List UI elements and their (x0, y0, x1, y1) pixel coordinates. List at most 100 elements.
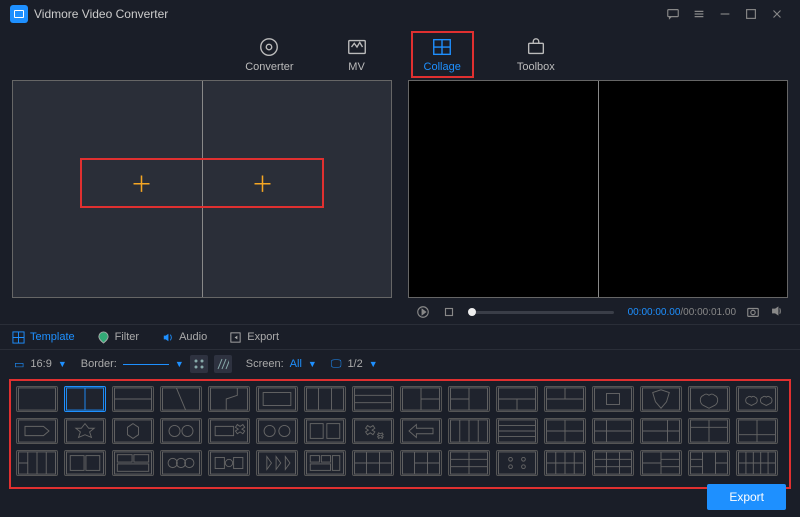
template-item[interactable] (112, 418, 154, 444)
border-color-button[interactable] (190, 355, 208, 373)
chevron-down-icon: ▼ (58, 359, 67, 369)
template-grid (10, 380, 790, 488)
chevron-down-icon: ▼ (369, 359, 378, 369)
border-pattern-button[interactable] (214, 355, 232, 373)
template-item[interactable] (400, 450, 442, 476)
collage-icon (431, 36, 453, 58)
template-item[interactable] (496, 450, 538, 476)
chevron-down-icon: ▼ (308, 359, 317, 369)
minimize-button[interactable] (712, 1, 738, 27)
template-item[interactable] (352, 450, 394, 476)
filter-icon (97, 331, 110, 344)
audio-icon (161, 331, 174, 344)
nav-converter[interactable]: Converter (237, 34, 301, 75)
feedback-icon[interactable] (660, 1, 686, 27)
collage-canvas[interactable]: ＋ ＋ (12, 80, 392, 298)
template-item[interactable] (736, 418, 778, 444)
template-item[interactable] (64, 418, 106, 444)
template-item[interactable] (400, 418, 442, 444)
template-item[interactable] (448, 450, 490, 476)
progress-thumb[interactable] (468, 308, 476, 316)
nav-toolbox[interactable]: Toolbox (509, 34, 563, 75)
aspect-ratio-select[interactable]: ▭ 16:9 ▼ (14, 358, 67, 371)
menu-icon[interactable] (686, 1, 712, 27)
template-item[interactable] (304, 418, 346, 444)
template-item[interactable] (496, 386, 538, 412)
snapshot-button[interactable] (744, 303, 762, 321)
template-item[interactable] (112, 386, 154, 412)
template-item[interactable] (688, 450, 730, 476)
monitor-icon: 🖵 (331, 358, 342, 371)
template-item[interactable] (640, 450, 682, 476)
template-item[interactable] (496, 418, 538, 444)
template-item[interactable] (208, 418, 250, 444)
template-item[interactable] (592, 386, 634, 412)
ratio-icon: ▭ (14, 358, 24, 371)
toolbox-icon (525, 36, 547, 58)
export-button[interactable]: Export (707, 484, 786, 510)
template-item[interactable] (16, 418, 58, 444)
footer: Export (0, 477, 800, 517)
nav-mv[interactable]: MV (338, 34, 376, 75)
stop-button[interactable] (440, 303, 458, 321)
template-item[interactable] (640, 386, 682, 412)
workspace: ＋ ＋ (0, 80, 800, 298)
template-item[interactable] (448, 418, 490, 444)
template-item[interactable] (160, 418, 202, 444)
template-item[interactable] (208, 450, 250, 476)
template-item[interactable] (400, 386, 442, 412)
template-item[interactable] (688, 386, 730, 412)
progress-bar[interactable] (472, 311, 614, 314)
template-item[interactable] (544, 418, 586, 444)
nav-collage[interactable]: Collage (412, 32, 473, 77)
maximize-button[interactable] (738, 1, 764, 27)
template-item[interactable] (64, 450, 106, 476)
template-item[interactable] (160, 386, 202, 412)
template-item[interactable] (736, 450, 778, 476)
border-control: Border: ▼ (81, 355, 232, 373)
border-preview-line (123, 364, 169, 365)
template-item[interactable] (160, 450, 202, 476)
template-item[interactable] (64, 386, 106, 412)
template-item[interactable] (448, 386, 490, 412)
tab-export[interactable]: Export (229, 331, 279, 344)
template-item[interactable] (16, 386, 58, 412)
play-button[interactable] (414, 303, 432, 321)
tab-filter[interactable]: Filter (97, 331, 139, 344)
border-style-select[interactable]: ▼ (123, 359, 184, 369)
template-item[interactable] (304, 450, 346, 476)
page-indicator[interactable]: 🖵 1/2 ▼ (331, 358, 378, 371)
screen-select[interactable]: Screen: All ▼ (246, 358, 317, 370)
close-button[interactable] (764, 1, 790, 27)
template-item[interactable] (256, 386, 298, 412)
template-item[interactable] (16, 450, 58, 476)
template-icon (12, 331, 25, 344)
template-item[interactable] (352, 418, 394, 444)
titlebar: Vidmore Video Converter (0, 0, 800, 28)
template-item[interactable] (304, 386, 346, 412)
preview-divider (598, 81, 599, 297)
app-title: Vidmore Video Converter (34, 7, 168, 21)
template-item[interactable] (112, 450, 154, 476)
template-item[interactable] (592, 450, 634, 476)
template-item[interactable] (256, 418, 298, 444)
template-item[interactable] (640, 418, 682, 444)
template-item[interactable] (688, 418, 730, 444)
converter-icon (258, 36, 280, 58)
add-cell-left[interactable]: ＋ (81, 159, 202, 207)
template-item[interactable] (592, 418, 634, 444)
volume-icon[interactable] (770, 304, 786, 320)
template-item[interactable] (736, 386, 778, 412)
tab-audio[interactable]: Audio (161, 331, 207, 344)
editor-tabs: Template Filter Audio Export (0, 324, 800, 350)
template-item[interactable] (256, 450, 298, 476)
tab-template[interactable]: Template (12, 331, 75, 344)
app-logo (10, 5, 28, 23)
chevron-down-icon: ▼ (175, 359, 184, 369)
template-item[interactable] (352, 386, 394, 412)
template-item[interactable] (544, 386, 586, 412)
add-cell-right[interactable]: ＋ (202, 159, 323, 207)
template-item[interactable] (544, 450, 586, 476)
template-item[interactable] (208, 386, 250, 412)
add-media-row: ＋ ＋ (81, 159, 323, 207)
